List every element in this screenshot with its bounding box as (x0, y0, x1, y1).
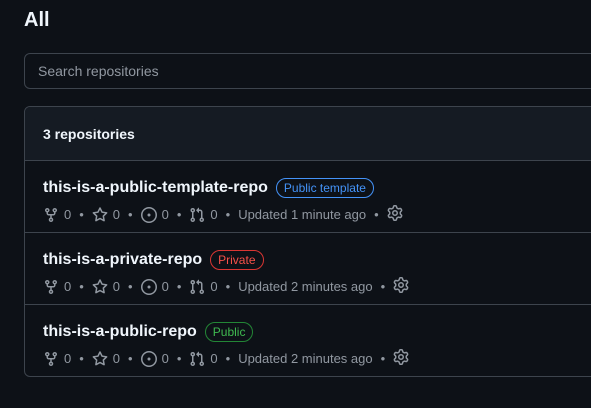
updated-time: Updated 1 minute ago (238, 207, 367, 222)
repo-settings-button[interactable] (393, 349, 409, 368)
separator-dot: • (225, 351, 231, 366)
forks-count[interactable]: 0 (43, 351, 71, 367)
stars-count[interactable]: 0 (92, 278, 120, 295)
repo-count-header: 3 repositories (25, 107, 591, 161)
issues-count[interactable]: 0 (140, 206, 169, 223)
stars-count[interactable]: 0 (92, 350, 120, 367)
separator-dot: • (176, 207, 182, 222)
repo-row: this-is-a-public-repo Public 0 • 0 • 0 •… (25, 305, 591, 376)
separator-dot: • (380, 279, 386, 294)
star-icon (92, 206, 108, 221)
separator-dot: • (374, 207, 379, 222)
star-icon (92, 278, 108, 293)
separator-dot: • (128, 351, 133, 366)
pull-requests-count[interactable]: 0 (189, 207, 218, 223)
separator-dot: • (128, 279, 133, 294)
separator-dot: • (79, 279, 84, 294)
visibility-badge: Private (210, 250, 264, 270)
repo-settings-button[interactable] (387, 205, 403, 224)
updated-time: Updated 2 minutes ago (238, 279, 373, 294)
separator-dot: • (176, 351, 182, 366)
repo-settings-button[interactable] (393, 277, 409, 296)
repo-row: this-is-a-public-template-repo Public te… (25, 161, 591, 233)
search-box[interactable] (24, 53, 591, 89)
pull-request-icon (190, 279, 205, 294)
separator-dot: • (79, 351, 84, 366)
issue-icon (140, 278, 157, 295)
pull-request-icon (190, 207, 205, 222)
separator-dot: • (79, 207, 84, 222)
search-input[interactable] (38, 63, 591, 79)
fork-icon (45, 207, 57, 222)
issue-icon (140, 206, 157, 223)
forks-count[interactable]: 0 (43, 207, 71, 223)
forks-count[interactable]: 0 (43, 279, 71, 295)
page-title: All (24, 9, 50, 31)
separator-dot: • (128, 207, 133, 222)
gear-icon (393, 349, 409, 365)
repo-name-link[interactable]: this-is-a-public-repo (43, 323, 197, 341)
pull-requests-count[interactable]: 0 (189, 279, 218, 295)
issues-count[interactable]: 0 (140, 350, 169, 367)
issues-count[interactable]: 0 (140, 278, 169, 295)
separator-dot: • (225, 207, 231, 222)
star-icon (92, 350, 108, 365)
gear-icon (393, 277, 409, 293)
pull-requests-count[interactable]: 0 (189, 351, 218, 367)
fork-icon (45, 351, 57, 366)
repo-name-link[interactable]: this-is-a-public-template-repo (43, 179, 268, 197)
updated-time: Updated 2 minutes ago (238, 351, 373, 366)
issue-icon (140, 350, 157, 367)
separator-dot: • (176, 279, 182, 294)
visibility-badge: Public (204, 322, 254, 342)
fork-icon (45, 279, 57, 294)
repo-row: this-is-a-private-repo Private 0 • 0 • 0… (25, 233, 591, 305)
repo-name-link[interactable]: this-is-a-private-repo (43, 251, 202, 269)
visibility-badge: Public template (275, 178, 374, 198)
separator-dot: • (225, 279, 231, 294)
separator-dot: • (380, 351, 386, 366)
repo-count: 3 repositories (43, 125, 135, 142)
repo-list: 3 repositories this-is-a-public-template… (24, 106, 591, 377)
pull-request-icon (190, 351, 205, 366)
stars-count[interactable]: 0 (92, 206, 120, 223)
gear-icon (387, 205, 403, 221)
